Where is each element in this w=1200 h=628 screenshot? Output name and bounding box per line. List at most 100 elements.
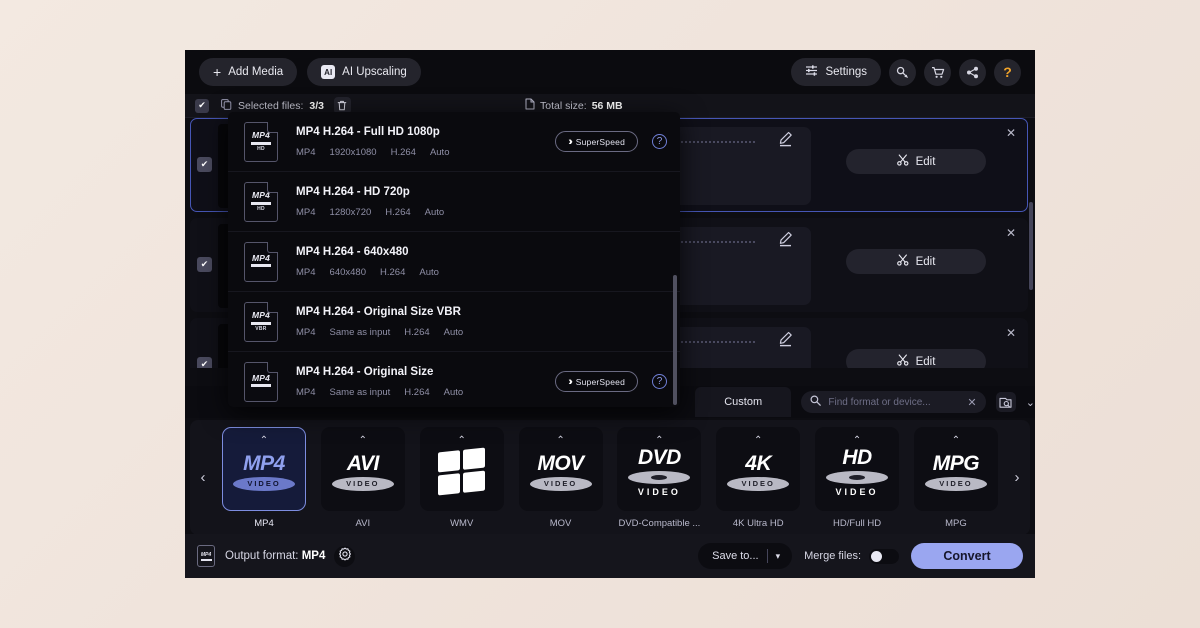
help-icon: ? — [1003, 64, 1012, 80]
row-checkbox[interactable]: ✔ — [197, 157, 212, 172]
rename-pencil-icon[interactable] — [778, 231, 793, 252]
logo-word: HD — [842, 445, 872, 469]
file-list-scrollbar[interactable] — [1029, 202, 1033, 290]
windows-pane — [463, 447, 486, 470]
format-card-tile[interactable]: ⌃ — [419, 426, 504, 511]
carousel-next-button[interactable]: › — [1004, 469, 1030, 486]
icon-top-label: MP4 — [251, 310, 271, 321]
format-card-dvd[interactable]: ⌃ DVD VIDEO DVD-Compatible ... — [613, 426, 705, 529]
rename-pencil-icon[interactable] — [778, 131, 793, 152]
carousel-prev-button[interactable]: ‹ — [190, 469, 216, 486]
settings-button[interactable]: Settings — [791, 58, 881, 86]
superspeed-help-icon[interactable]: ? — [652, 134, 667, 149]
cart-button[interactable] — [924, 58, 951, 86]
superspeed-badge: ›› SuperSpeed — [555, 371, 638, 392]
chevron-up-icon[interactable]: ⌃ — [520, 435, 602, 446]
list-item[interactable]: MP4 HD MP4 H.264 - Full HD 1080p MP4 192… — [228, 112, 680, 172]
format-card-hd[interactable]: ⌃ HD VIDEO HD/Full HD — [811, 426, 903, 529]
settings-label: Settings — [825, 66, 867, 78]
gear-icon — [338, 547, 352, 566]
preset-bitrate: Auto — [429, 146, 450, 158]
convert-button[interactable]: Convert — [911, 543, 1023, 569]
remove-file-button[interactable]: ✕ — [1003, 325, 1019, 341]
mp4-vbr-file-icon: MP4 VBR — [244, 301, 278, 342]
rename-pencil-icon[interactable] — [778, 331, 793, 352]
help-button[interactable]: ? — [994, 58, 1021, 86]
chevron-up-icon[interactable]: ⌃ — [421, 435, 503, 446]
scissors-icon — [896, 254, 909, 269]
format-card-tile[interactable]: ⌃ AVI VIDEO — [320, 426, 405, 511]
format-card-avi[interactable]: ⌃ AVI VIDEO AVI — [317, 426, 409, 529]
list-item[interactable]: MP4 MP4 H.264 - 640x480 MP4 640x480 H.26… — [228, 232, 680, 292]
output-format-label: Output format: — [225, 550, 299, 562]
remove-file-button[interactable]: ✕ — [1003, 225, 1019, 241]
icon-top-label: MP4 — [251, 252, 271, 263]
format-card-tile[interactable]: ⌃ 4K VIDEO — [716, 426, 801, 511]
search-input[interactable] — [828, 396, 961, 408]
edit-label: Edit — [915, 255, 936, 268]
superspeed-help-icon[interactable]: ? — [652, 374, 667, 389]
merge-files-control[interactable]: Merge files: — [804, 548, 899, 564]
dropdown-scrollbar[interactable] — [673, 275, 677, 405]
chevron-up-icon[interactable]: ⌃ — [223, 435, 305, 446]
scissors-icon — [896, 154, 909, 169]
preset-meta: MP4 Same as input H.264 Auto — [296, 327, 463, 338]
format-card-mpg[interactable]: ⌃ MPG VIDEO MPG — [910, 426, 1002, 529]
total-size-value: 56 MB — [591, 99, 623, 112]
chevron-up-icon[interactable]: ⌃ — [717, 435, 799, 446]
superspeed-badge: ›› SuperSpeed — [555, 131, 638, 152]
list-item[interactable]: MP4 HD MP4 H.264 - HD 720p MP4 1280x720 … — [228, 172, 680, 232]
format-card-tile[interactable]: ⌃ MPG VIDEO — [913, 426, 998, 511]
icon-bar — [251, 201, 271, 205]
preset-text: MP4 H.264 - Original Size MP4 Same as in… — [296, 366, 463, 398]
preset-title: MP4 H.264 - HD 720p — [296, 185, 410, 198]
format-card-tile[interactable]: ⌃ MOV VIDEO — [518, 426, 603, 511]
ai-chip-icon: AI — [321, 65, 336, 79]
ai-upscaling-button[interactable]: AI AI Upscaling — [307, 58, 421, 86]
tab-custom[interactable]: Custom — [695, 387, 792, 417]
list-item[interactable]: MP4 MP4 H.264 - Original Size MP4 Same a… — [228, 352, 680, 407]
clear-search-icon[interactable]: ✕ — [967, 396, 976, 409]
collapse-panel-caret-icon[interactable]: ⌄ — [1026, 396, 1035, 409]
edit-button[interactable]: Edit — [846, 349, 986, 368]
format-card-wmv[interactable]: ⌃ WMV — [416, 426, 508, 529]
logo-disc — [628, 470, 691, 484]
format-card-mp4[interactable]: ⌃ MP4 VIDEO MP4 — [218, 426, 310, 529]
row-checkbox[interactable]: ✔ — [197, 357, 212, 368]
remove-file-button[interactable]: ✕ — [1003, 125, 1019, 141]
save-to-button[interactable]: Save to... ▾ — [698, 543, 793, 569]
edit-button[interactable]: Edit — [846, 149, 986, 174]
format-card-tile[interactable]: ⌃ MP4 VIDEO — [222, 426, 306, 511]
chevron-up-icon[interactable]: ⌃ — [618, 435, 700, 446]
mp4-hd-file-icon: MP4 HD — [244, 181, 278, 222]
edit-button[interactable]: Edit — [846, 249, 986, 274]
tab-custom-label: Custom — [724, 396, 763, 408]
preset-text: MP4 H.264 - 640x480 MP4 640x480 H.264 Au… — [296, 246, 439, 278]
format-card-tile[interactable]: ⌃ HD VIDEO — [815, 426, 900, 511]
format-card-4k[interactable]: ⌃ 4K VIDEO 4K Ultra HD — [712, 426, 804, 529]
selected-files-info: Selected files: 3/3 — [221, 98, 324, 113]
activation-key-button[interactable] — [889, 58, 916, 86]
share-button[interactable] — [959, 58, 986, 86]
preset-codec: H.264 — [404, 386, 430, 398]
format-card-mov[interactable]: ⌃ MOV VIDEO MOV — [515, 426, 607, 529]
preset-container: MP4 — [296, 326, 316, 338]
output-format-text: Output format: MP4 — [225, 550, 325, 562]
chevron-up-icon[interactable]: ⌃ — [322, 435, 404, 446]
merge-files-toggle[interactable] — [869, 548, 899, 564]
chevron-up-icon[interactable]: ⌃ — [915, 435, 997, 446]
format-card-tile[interactable]: ⌃ DVD VIDEO — [617, 426, 702, 511]
preset-container: MP4 — [296, 266, 316, 278]
row-checkbox[interactable]: ✔ — [197, 257, 212, 272]
chevron-down-icon[interactable]: ▾ — [776, 551, 789, 562]
output-settings-button[interactable] — [334, 545, 356, 567]
search-box[interactable]: ✕ — [801, 391, 986, 413]
icon-bar — [200, 558, 212, 561]
chevron-up-icon[interactable]: ⌃ — [816, 435, 898, 446]
add-media-button[interactable]: + Add Media — [199, 58, 298, 86]
device-search-button[interactable] — [995, 392, 1016, 412]
4k-logo: 4K VIDEO — [727, 453, 790, 491]
dvd-logo: DVD VIDEO — [628, 447, 691, 497]
select-all-checkbox[interactable]: ✔ — [195, 98, 209, 113]
list-item[interactable]: MP4 VBR MP4 H.264 - Original Size VBR MP… — [228, 292, 680, 352]
